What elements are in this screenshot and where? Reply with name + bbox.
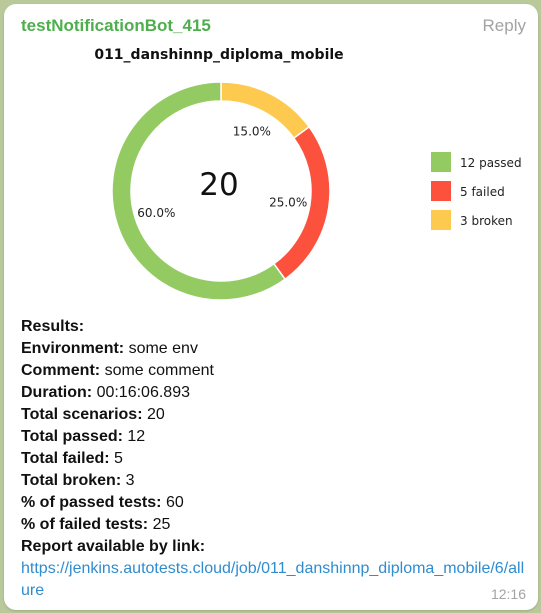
pct-failed-row: % of failed tests: 25 bbox=[21, 514, 531, 536]
chart-legend: 12 passed 5 failed 3 broken bbox=[431, 152, 522, 230]
pct-passed-row: % of passed tests: 60 bbox=[21, 492, 531, 514]
percent-label-broken: 15.0% bbox=[233, 124, 271, 138]
legend-swatch-passed bbox=[431, 152, 451, 172]
environment-value: some env bbox=[128, 340, 198, 357]
comment-value: some comment bbox=[104, 362, 214, 379]
center-total-label: 20 bbox=[199, 167, 238, 203]
failed-row: Total failed: 5 bbox=[21, 448, 531, 470]
legend-label-broken: 3 broken bbox=[460, 214, 513, 228]
link-heading: Report available by link: bbox=[21, 538, 206, 555]
scenarios-row: Total scenarios: 20 bbox=[21, 404, 531, 426]
passed-value: 12 bbox=[127, 428, 146, 445]
passed-row: Total passed: 12 bbox=[21, 426, 531, 448]
results-heading: Results: bbox=[21, 318, 85, 335]
pct-passed-value: 60 bbox=[165, 494, 184, 511]
allure-chart-image[interactable]: 20 15.0% 25.0% 60.0% 12 passed 5 failed 3 br… bbox=[4, 40, 538, 310]
message-bubble: testNotificationBot_415 Reply 20 15.0% 25… bbox=[4, 4, 538, 610]
report-link[interactable]: https://jenkins.autotests.cloud/job/011_… bbox=[21, 558, 531, 602]
scenarios-value: 20 bbox=[146, 406, 165, 423]
pct-passed-label: % of passed tests: bbox=[21, 494, 162, 511]
legend-label-passed: 12 passed bbox=[460, 156, 522, 170]
comment-row: Comment: some comment bbox=[21, 360, 531, 382]
broken-row: Total broken: 3 bbox=[21, 470, 531, 492]
percent-label-failed: 25.0% bbox=[269, 196, 307, 210]
environment-row: Environment: some env bbox=[21, 338, 531, 360]
legend-label-failed: 5 failed bbox=[460, 185, 505, 199]
duration-row: Duration: 00:16:06.893 bbox=[21, 382, 531, 404]
message-time: 12:16 bbox=[490, 586, 526, 602]
comment-label: Comment: bbox=[21, 362, 101, 379]
pct-failed-value: 25 bbox=[152, 516, 171, 533]
reply-button[interactable]: Reply bbox=[483, 16, 526, 36]
scenarios-label: Total scenarios: bbox=[21, 406, 143, 423]
legend-swatch-failed bbox=[431, 181, 451, 201]
broken-value: 3 bbox=[125, 472, 135, 489]
pct-failed-label: % of failed tests: bbox=[21, 516, 149, 533]
environment-label: Environment: bbox=[21, 340, 125, 357]
duration-value: 00:16:06.893 bbox=[96, 384, 190, 401]
failed-value: 5 bbox=[114, 450, 123, 467]
failed-label: Total failed: bbox=[21, 450, 110, 467]
duration-label: Duration: bbox=[21, 384, 93, 401]
legend-swatch-broken bbox=[431, 210, 451, 230]
report-text: Results: Environment: some env Comment: … bbox=[21, 316, 531, 602]
broken-label: Total broken: bbox=[21, 472, 122, 489]
sender-name[interactable]: testNotificationBot_415 bbox=[21, 16, 211, 36]
chart-title: 011_danshinnp_diploma_mobile bbox=[94, 47, 344, 63]
passed-label: Total passed: bbox=[21, 428, 123, 445]
percent-label-passed: 60.0% bbox=[137, 206, 175, 220]
